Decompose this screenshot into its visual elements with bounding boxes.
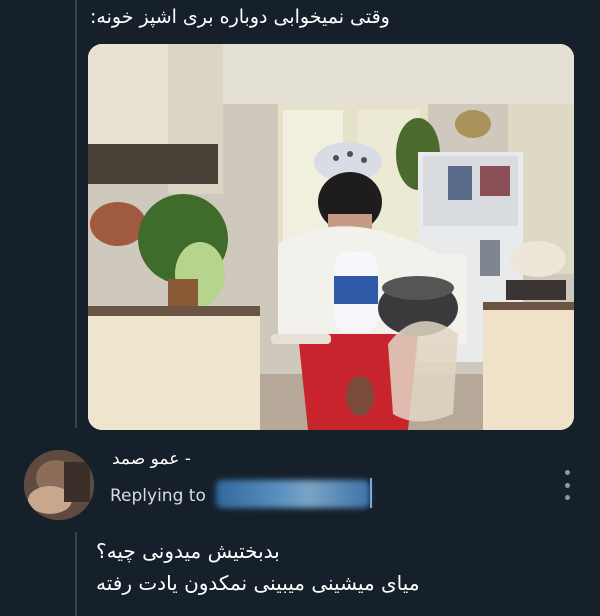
reply-line: میای میشینی میبینی نمکدون یادت رفته [96,571,420,595]
replying-to-handle-blurred[interactable] [216,480,370,508]
avatar-photo [24,450,94,520]
kitchen-photo [88,44,574,430]
thread-connector-bottom [75,532,77,616]
reply-author-name[interactable]: - عمو صمد [112,447,191,471]
tweet-text: وقتی نمیخوابی دوباره بری اشپز خونه: [90,6,390,28]
more-dot [564,470,570,475]
more-dot [564,495,570,500]
avatar[interactable] [24,450,94,520]
tweet-media[interactable] [88,44,574,430]
text-cursor [370,478,372,508]
more-dot [564,482,570,488]
reply-text: بدبختیش میدونی چیه؟ میای میشینی میبینی ن… [96,536,574,600]
replying-to-label: Replying to [110,486,206,506]
thread-connector-top [75,0,77,428]
reply-line: بدبختیش میدونی چیه؟ [96,539,280,563]
more-vertical-icon[interactable] [560,470,574,500]
